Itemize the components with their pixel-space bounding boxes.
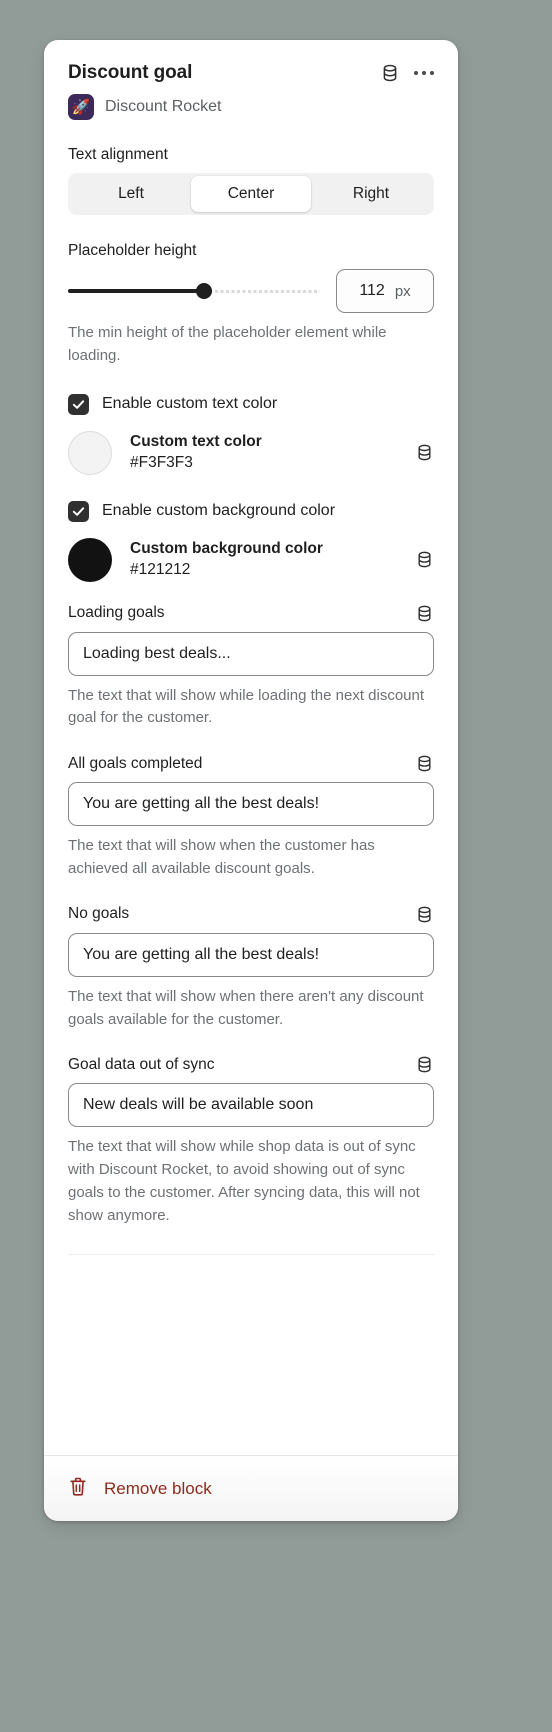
no-goals-help: The text that will show when there aren'…	[68, 987, 424, 1028]
slider-track-fill	[68, 289, 205, 293]
remove-block-label: Remove block	[104, 1478, 212, 1498]
placeholder-height-unit: px	[394, 282, 411, 300]
alignment-option-center[interactable]: Center	[191, 176, 311, 212]
enable-custom-text-color-label: Enable custom text color	[102, 395, 278, 413]
custom-background-color-row[interactable]: Custom background color #121212	[68, 537, 434, 582]
all-goals-completed-label-row: All goals completed	[68, 754, 434, 773]
discount-goal-settings-card: Discount goal 🚀 Discount Rocket Text ali…	[44, 40, 458, 1521]
trash-icon	[68, 1476, 88, 1501]
section-divider	[68, 1253, 434, 1255]
checkbox-checked-icon[interactable]	[68, 393, 89, 415]
database-icon[interactable]	[415, 905, 434, 924]
slider-track-remaining	[204, 289, 320, 293]
settings-scroll-body: Discount goal 🚀 Discount Rocket Text ali…	[44, 40, 458, 1455]
no-goals-label-row: No goals	[68, 905, 434, 924]
app-attribution-row: 🚀 Discount Rocket	[68, 94, 434, 120]
enable-custom-background-color-row[interactable]: Enable custom background color	[68, 500, 434, 522]
custom-background-color-swatch[interactable]	[68, 537, 112, 582]
enable-custom-text-color-row[interactable]: Enable custom text color	[68, 393, 434, 415]
slider-thumb[interactable]	[196, 283, 213, 299]
enable-custom-background-color-label: Enable custom background color	[102, 502, 336, 520]
all-goals-completed-input[interactable]	[68, 782, 434, 827]
loading-goals-help: The text that will show while loading th…	[68, 686, 425, 727]
no-goals-input[interactable]	[68, 932, 434, 977]
custom-text-color-meta: Custom text color #F3F3F3	[130, 432, 397, 474]
alignment-option-right[interactable]: Right	[311, 176, 431, 212]
no-goals-field: No goals The text that will show when th…	[68, 905, 434, 1032]
custom-text-color-swatch[interactable]	[68, 430, 112, 475]
database-icon[interactable]	[415, 1055, 434, 1074]
database-icon[interactable]	[415, 604, 434, 623]
database-icon[interactable]	[415, 754, 434, 773]
goal-data-out-of-sync-help: The text that will show while shop data …	[68, 1138, 420, 1224]
database-icon[interactable]	[415, 550, 434, 569]
placeholder-height-stepper[interactable]: 112 px	[336, 269, 434, 313]
alignment-option-left[interactable]: Left	[71, 176, 191, 212]
loading-goals-field: Loading goals The text that will show wh…	[68, 604, 434, 731]
all-goals-completed-help: The text that will show when the custome…	[68, 837, 375, 877]
all-goals-completed-field: All goals completed The text that will s…	[68, 754, 434, 881]
goal-data-out-of-sync-input[interactable]	[68, 1083, 434, 1128]
no-goals-label: No goals	[68, 905, 130, 923]
loading-goals-label-row: Loading goals	[68, 604, 434, 623]
rocket-icon: 🚀	[68, 94, 94, 120]
goal-data-out-of-sync-field: Goal data out of sync The text that will…	[68, 1055, 434, 1227]
header-actions	[380, 63, 434, 83]
placeholder-height-value: 112	[359, 282, 385, 299]
goal-data-out-of-sync-label: Goal data out of sync	[68, 1055, 215, 1073]
database-icon[interactable]	[380, 63, 400, 83]
card-footer: Remove block	[44, 1455, 458, 1521]
loading-goals-label: Loading goals	[68, 604, 165, 622]
custom-background-color-hex: #121212	[130, 560, 191, 578]
page-title: Discount goal	[68, 62, 193, 83]
screen-background: Discount goal 🚀 Discount Rocket Text ali…	[0, 0, 552, 1732]
app-name: Discount Rocket	[105, 98, 222, 115]
text-alignment-label: Text alignment	[68, 146, 168, 163]
placeholder-height-control: 112 px	[68, 269, 434, 313]
text-alignment-segmented-control[interactable]: Left Center Right	[68, 173, 434, 215]
checkbox-checked-icon[interactable]	[68, 500, 89, 522]
custom-background-color-name: Custom background color	[130, 539, 323, 557]
database-icon[interactable]	[415, 443, 434, 462]
placeholder-height-help: The min height of the placeholder elemen…	[68, 324, 387, 364]
custom-background-color-meta: Custom background color #121212	[130, 539, 397, 581]
more-actions-icon[interactable]	[413, 67, 434, 80]
custom-text-color-name: Custom text color	[130, 432, 262, 450]
custom-text-color-hex: #F3F3F3	[130, 453, 193, 471]
placeholder-height-slider[interactable]	[68, 280, 320, 302]
placeholder-height-label: Placeholder height	[68, 242, 197, 259]
card-header: Discount goal	[68, 62, 434, 84]
custom-text-color-row[interactable]: Custom text color #F3F3F3	[68, 430, 434, 475]
loading-goals-input[interactable]	[68, 631, 434, 676]
goal-data-out-of-sync-label-row: Goal data out of sync	[68, 1055, 434, 1074]
remove-block-button[interactable]: Remove block	[68, 1476, 212, 1501]
all-goals-completed-label: All goals completed	[68, 754, 203, 772]
